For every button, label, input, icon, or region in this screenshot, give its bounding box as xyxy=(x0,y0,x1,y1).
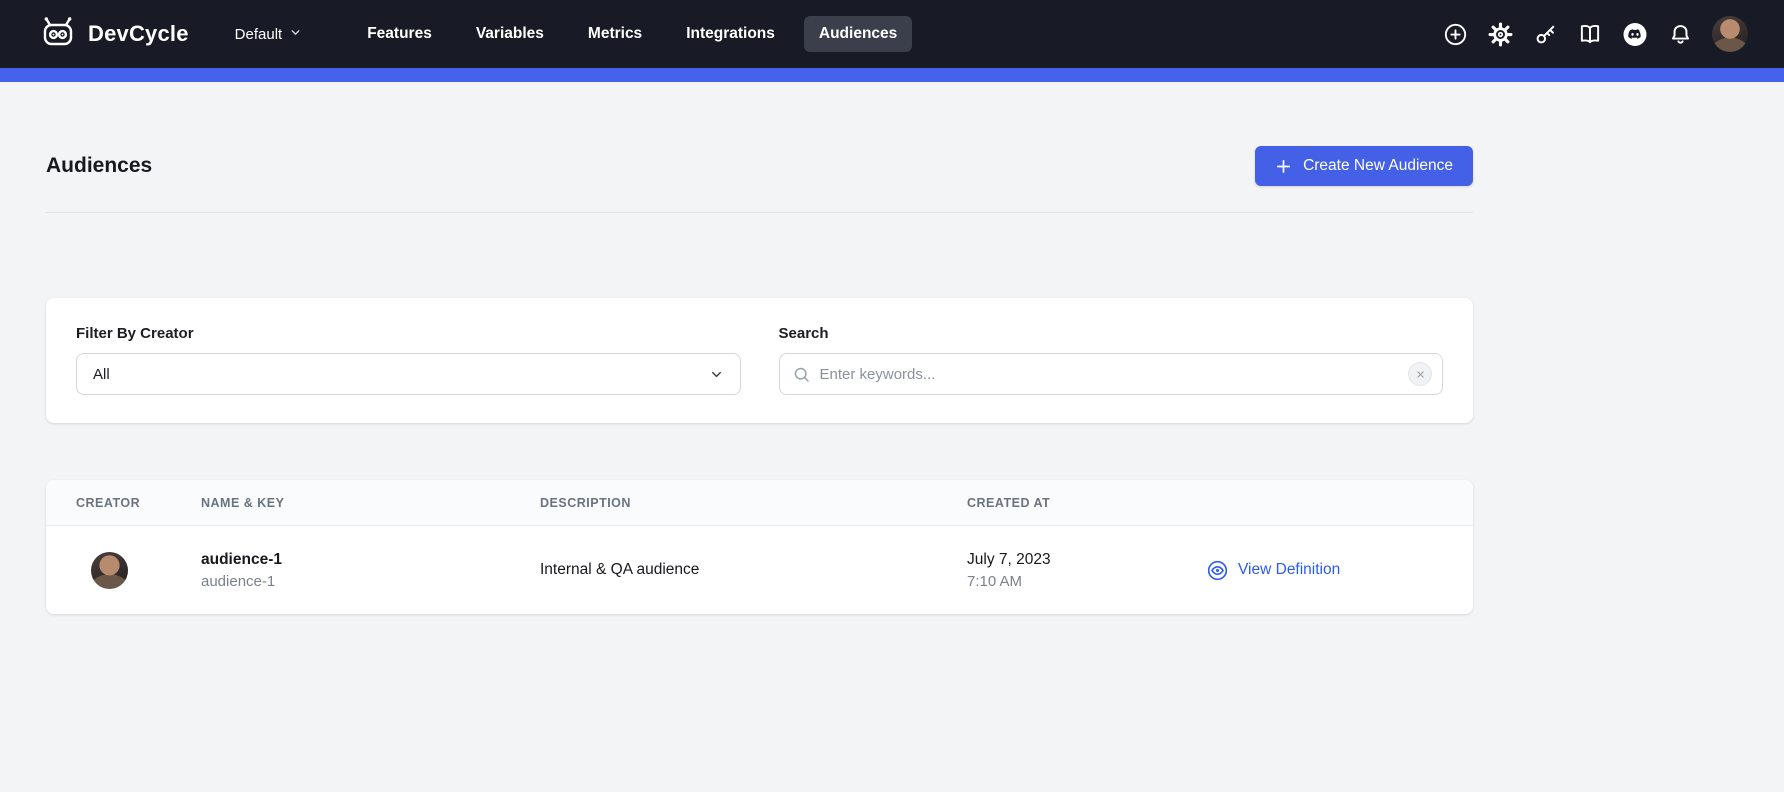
creator-cell xyxy=(76,552,201,589)
user-avatar[interactable] xyxy=(1712,16,1748,52)
column-header-creator: CREATOR xyxy=(76,496,201,510)
clear-search-icon[interactable] xyxy=(1408,362,1432,386)
accent-bar xyxy=(0,68,1784,82)
discord-icon[interactable] xyxy=(1622,21,1648,47)
actions-cell: View Definition xyxy=(1206,559,1443,582)
main-content: Audiences Create New Audience Filter By … xyxy=(0,82,1784,614)
settings-gear-icon[interactable] xyxy=(1487,21,1513,47)
top-navbar: DevCycle Default Features Variables Metr… xyxy=(0,0,1784,68)
search-label: Search xyxy=(779,325,1444,342)
nav-item-metrics[interactable]: Metrics xyxy=(573,16,657,52)
nav-item-audiences[interactable]: Audiences xyxy=(804,16,912,52)
main-nav: Features Variables Metrics Integrations … xyxy=(352,16,912,52)
view-definition-link[interactable]: View Definition xyxy=(1206,559,1340,582)
created-time: 7:10 AM xyxy=(967,573,1206,590)
creator-filter-field: Filter By Creator All xyxy=(76,325,741,395)
eye-view-icon xyxy=(1206,559,1229,582)
table-row: audience-1 audience-1 Internal & QA audi… xyxy=(46,526,1473,614)
brand-name: DevCycle xyxy=(88,21,189,47)
notifications-bell-icon[interactable] xyxy=(1667,21,1693,47)
creator-filter-label: Filter By Creator xyxy=(76,325,741,342)
filters-card: Filter By Creator All Search xyxy=(46,298,1473,423)
create-new-audience-button[interactable]: Create New Audience xyxy=(1255,146,1473,186)
chevron-down-icon xyxy=(289,26,302,43)
search-box xyxy=(779,353,1444,395)
api-key-icon[interactable] xyxy=(1532,21,1558,47)
plus-icon xyxy=(1275,158,1292,175)
search-field: Search xyxy=(779,325,1444,395)
project-dropdown-label: Default xyxy=(235,26,283,43)
nav-item-features[interactable]: Features xyxy=(352,16,447,52)
creator-select[interactable]: All xyxy=(76,353,741,395)
column-header-description: DESCRIPTION xyxy=(540,496,967,510)
table-header-row: CREATOR NAME & KEY DESCRIPTION CREATED A… xyxy=(46,480,1473,526)
docs-book-icon[interactable] xyxy=(1577,21,1603,47)
search-icon xyxy=(792,365,811,384)
audiences-table: CREATOR NAME & KEY DESCRIPTION CREATED A… xyxy=(46,480,1473,614)
devcycle-logo[interactable]: DevCycle xyxy=(38,16,189,53)
column-header-name-key: NAME & KEY xyxy=(201,496,540,510)
navbar-actions xyxy=(1442,16,1748,52)
chevron-down-icon xyxy=(709,367,724,382)
audience-name: audience-1 xyxy=(201,551,540,569)
creator-avatar xyxy=(91,552,128,589)
project-dropdown[interactable]: Default xyxy=(235,26,303,43)
column-header-created-at: CREATED AT xyxy=(967,496,1206,510)
nav-item-integrations[interactable]: Integrations xyxy=(671,16,790,52)
robot-logo-icon xyxy=(38,16,78,53)
creator-select-value: All xyxy=(93,366,110,383)
view-definition-label: View Definition xyxy=(1238,561,1340,579)
header-divider xyxy=(46,212,1473,213)
created-at-cell: July 7, 2023 7:10 AM xyxy=(967,551,1206,590)
created-date: July 7, 2023 xyxy=(967,551,1206,569)
description-cell: Internal & QA audience xyxy=(540,561,967,579)
create-button-label: Create New Audience xyxy=(1303,157,1453,175)
page-title: Audiences xyxy=(46,154,152,178)
add-circle-icon[interactable] xyxy=(1442,21,1468,47)
page-header: Audiences Create New Audience xyxy=(46,82,1473,186)
search-input[interactable] xyxy=(820,366,1400,383)
nav-item-variables[interactable]: Variables xyxy=(461,16,559,52)
name-key-cell: audience-1 audience-1 xyxy=(201,551,540,590)
audience-key: audience-1 xyxy=(201,573,540,590)
